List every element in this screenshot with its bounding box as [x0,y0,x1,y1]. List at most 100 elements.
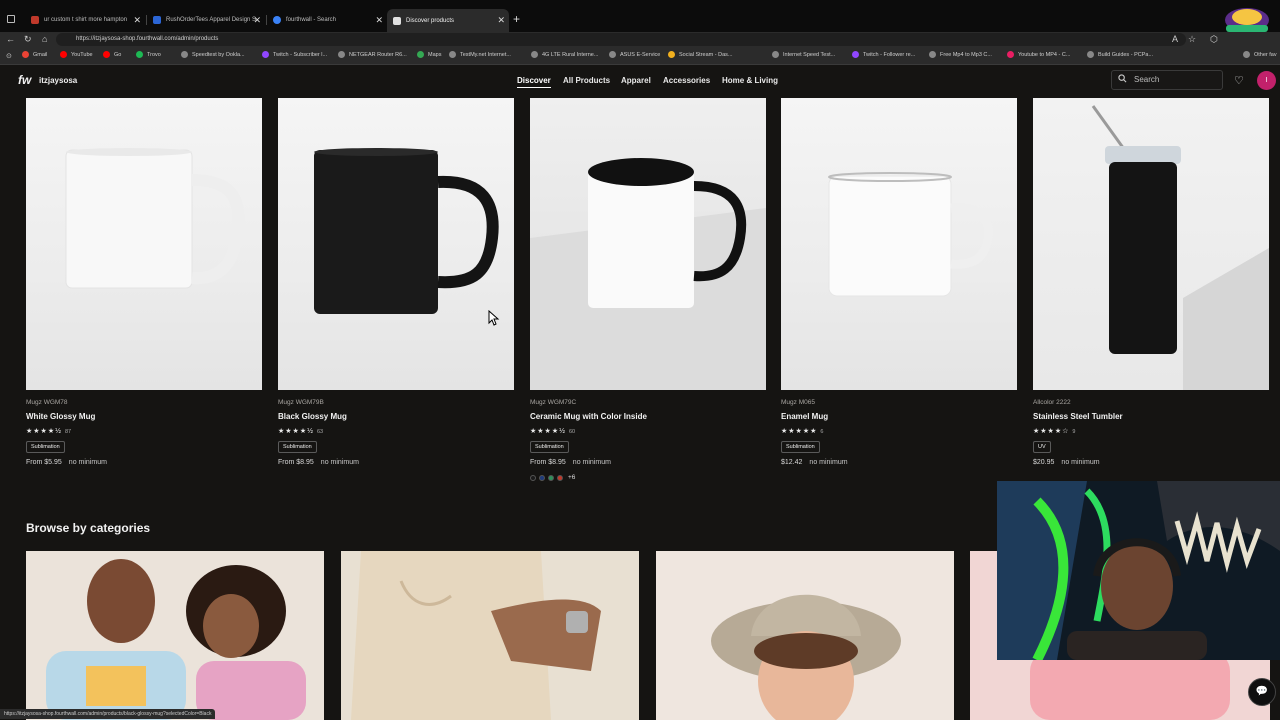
fourthwall-logo[interactable]: fw [18,73,31,87]
close-icon[interactable]: ✕ [253,15,261,26]
close-icon[interactable]: ✕ [375,15,383,26]
apps-icon[interactable]: ⊙ [6,52,12,60]
bookmark-item[interactable]: ASUS E-Service [609,51,660,58]
color-swatch[interactable] [530,474,536,481]
tab-list-icon[interactable] [7,15,15,23]
star-icon[interactable]: ☆ [1188,34,1196,45]
shop-name[interactable]: itzjaysosa [39,76,77,85]
product-name[interactable]: Ceramic Mug with Color Inside [530,412,766,421]
reload-icon[interactable]: ↻ [24,34,32,45]
bookmark-label: ASUS E-Service [620,51,661,58]
product-card-white-glossy-mug[interactable]: Mugz WGM78 White Glossy Mug ★★★★½ 87 Subl… [26,98,262,466]
home-icon[interactable]: ⌂ [42,34,47,44]
back-icon[interactable]: ← [6,34,15,44]
translate-icon[interactable]: A [1172,34,1178,44]
color-swatch[interactable] [539,474,545,481]
bookmark-item[interactable]: YouTube [60,51,93,58]
new-tab-icon[interactable]: + [513,12,520,26]
product-image[interactable] [1033,98,1269,390]
product-brand: Mugz M065 [781,399,815,406]
search-input[interactable]: Search [1111,70,1223,90]
minimum-order: no minimum [68,459,107,466]
nav-discover[interactable]: Discover [517,76,551,88]
tab-fourthwall-search[interactable]: fourthwall - Search ✕ [267,11,387,29]
product-name[interactable]: Enamel Mug [781,412,1017,421]
wishlist-heart-icon[interactable]: ♡ [1234,74,1244,87]
product-image[interactable] [278,98,514,390]
rating-stars: ★★★★½ [26,428,62,435]
chat-bubble-icon[interactable]: 💬 [1248,678,1276,706]
more-colors-count[interactable]: +6 [568,474,575,481]
bookmark-item[interactable]: Internet Speed Test... [772,51,835,58]
product-rating: ★★★★½ 60 [530,427,766,435]
bookmark-favicon-icon [609,51,616,58]
nav-accessories[interactable]: Accessories [663,76,710,85]
product-name[interactable]: Stainless Steel Tumbler [1033,412,1269,421]
bookmark-item[interactable]: Build Guides - PCPa... [1087,51,1153,58]
product-card-black-glossy-mug[interactable]: Mugz WGM79B Black Glossy Mug ★★★★½ 63 Sub… [278,98,514,466]
product-price-row: From $8.95 no minimum [530,459,766,466]
bookmark-item[interactable]: Twitch - Subscriber l... [262,51,327,58]
nav-home-living[interactable]: Home & Living [722,76,778,85]
extensions-icon[interactable]: ⬡ [1210,34,1218,45]
bookmark-item[interactable]: Gmail [22,51,47,58]
bookmark-item[interactable]: 4G LTE Rural Interne... [531,51,598,58]
print-method-badge: Sublimation [278,441,317,453]
bookmark-item[interactable]: Twitch - Follower re... [852,51,915,58]
status-url: https://itzjaysosa-shop.fourthwall.com/a… [4,711,212,717]
minimum-order: no minimum [1061,459,1100,466]
color-swatch[interactable] [557,474,563,481]
channel-logo [1225,8,1269,32]
tab-discover-products[interactable]: Discover products ✕ [387,9,509,32]
search-icon [273,16,281,24]
product-price-row: $20.95 no minimum [1033,459,1269,466]
avatar[interactable]: I [1257,71,1276,90]
mouse-cursor-icon [488,310,500,326]
bookmark-label: Trovo [147,51,161,58]
bookmark-item[interactable]: Youtube to MP4 - C... [1007,51,1070,58]
tab-rushordertees[interactable]: RushOrderTees Apparel Design S ✕ [147,11,265,29]
bookmark-item[interactable]: NETGEAR Router R6... [338,51,407,58]
close-icon[interactable]: ✕ [497,15,505,26]
bookmark-favicon-icon [1243,51,1250,58]
bookmark-item[interactable]: Maps [417,51,441,58]
product-name[interactable]: Black Glossy Mug [278,412,514,421]
product-brand: Mugz WGM78 [26,399,68,406]
tab-custom-shirt[interactable]: ur custom t shirt more hampton ✕ [25,11,145,29]
bookmark-item[interactable]: Free Mp4 to Mp3 C... [929,51,992,58]
bookmark-label: Twitch - Follower re... [863,51,916,58]
bookmark-label: Go [114,51,122,58]
product-image[interactable] [781,98,1017,390]
tab-favicon-icon [31,16,39,24]
product-rating: ★★★★☆ 9 [1033,427,1269,435]
color-swatch[interactable] [548,474,554,481]
category-card-bottoms[interactable] [341,551,639,720]
category-card-tie-dye[interactable] [26,551,324,720]
close-icon[interactable]: ✕ [133,15,141,26]
bookmark-item[interactable]: Social Stream - Das... [668,51,733,58]
bookmark-item[interactable]: TestMy.net Internet... [449,51,511,58]
product-image[interactable] [530,98,766,390]
nav-apparel[interactable]: Apparel [621,76,651,85]
nav-all-products[interactable]: All Products [563,76,610,85]
category-card-hats[interactable] [656,551,954,720]
tab-title: fourthwall - Search [286,17,337,23]
bookmark-item[interactable]: Trovo [136,51,161,58]
product-image[interactable] [26,98,262,390]
bookmark-item[interactable]: Go [103,51,121,58]
status-bar-link-preview: https://itzjaysosa-shop.fourthwall.com/a… [0,709,216,719]
color-swatches: +6 [530,474,766,481]
bookmark-favicon-icon [103,51,110,58]
bookmark-favicon-icon [338,51,345,58]
product-card-ceramic-mug-color-inside[interactable]: Mugz WGM79C Ceramic Mug with Color Insid… [530,98,766,481]
url-field[interactable]: https://itzjaysosa-shop.fourthwall.com/a… [56,33,1186,46]
product-card-enamel-mug[interactable]: Mugz M065 Enamel Mug ★★★★★ 6 Sublimation … [781,98,1017,466]
bookmark-label: Free Mp4 to Mp3 C... [940,51,992,58]
tab-title: RushOrderTees Apparel Design S [166,17,257,23]
product-brand: Mugz WGM79B [278,399,324,406]
bookmark-item[interactable]: Speedtest by Ookla... [181,51,245,58]
product-card-stainless-steel-tumbler[interactable]: Allcolor 2222 Stainless Steel Tumbler ★★… [1033,98,1269,466]
bookmark-item[interactable]: Other fav [1243,51,1277,58]
product-name[interactable]: White Glossy Mug [26,412,262,421]
streamer-webcam-overlay [997,481,1280,660]
